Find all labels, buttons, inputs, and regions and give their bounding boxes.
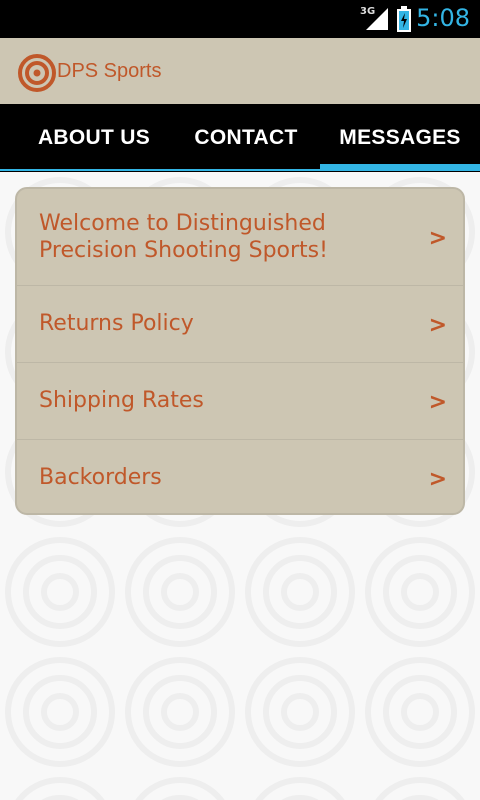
messages-list: Welcome to Distinguished Precision Shoot… bbox=[15, 187, 465, 515]
tab-contact[interactable]: CONTACT bbox=[168, 104, 324, 172]
message-title: Welcome to Distinguished Precision Shoot… bbox=[39, 211, 328, 263]
status-bar: 3G 5:08 bbox=[0, 0, 480, 38]
message-title: Returns Policy bbox=[39, 311, 194, 336]
list-item[interactable]: Shipping Rates > bbox=[17, 363, 463, 440]
chevron-right-icon: > bbox=[428, 226, 447, 251]
signal-icon bbox=[366, 8, 388, 30]
chevron-right-icon: > bbox=[428, 313, 447, 338]
list-item[interactable]: Welcome to Distinguished Precision Shoot… bbox=[17, 189, 463, 286]
status-time: 5:08 bbox=[416, 4, 470, 32]
app-title: DPS Sports bbox=[57, 60, 162, 82]
battery-charging-icon bbox=[397, 6, 411, 32]
tab-bar-divider bbox=[0, 169, 480, 171]
chevron-right-icon: > bbox=[428, 467, 447, 492]
app-header: DPS Sports bbox=[0, 38, 480, 104]
tab-about-us[interactable]: ABOUT US bbox=[14, 104, 174, 172]
list-item[interactable]: Returns Policy > bbox=[17, 286, 463, 363]
target-logo-icon[interactable] bbox=[18, 54, 56, 92]
chevron-right-icon: > bbox=[428, 390, 447, 415]
list-item[interactable]: Backorders > bbox=[17, 440, 463, 513]
tab-bar: ABOUT US CONTACT MESSAGES bbox=[0, 104, 480, 172]
message-title: Backorders bbox=[39, 465, 162, 490]
message-title: Shipping Rates bbox=[39, 388, 204, 413]
tab-messages[interactable]: MESSAGES bbox=[320, 104, 480, 172]
